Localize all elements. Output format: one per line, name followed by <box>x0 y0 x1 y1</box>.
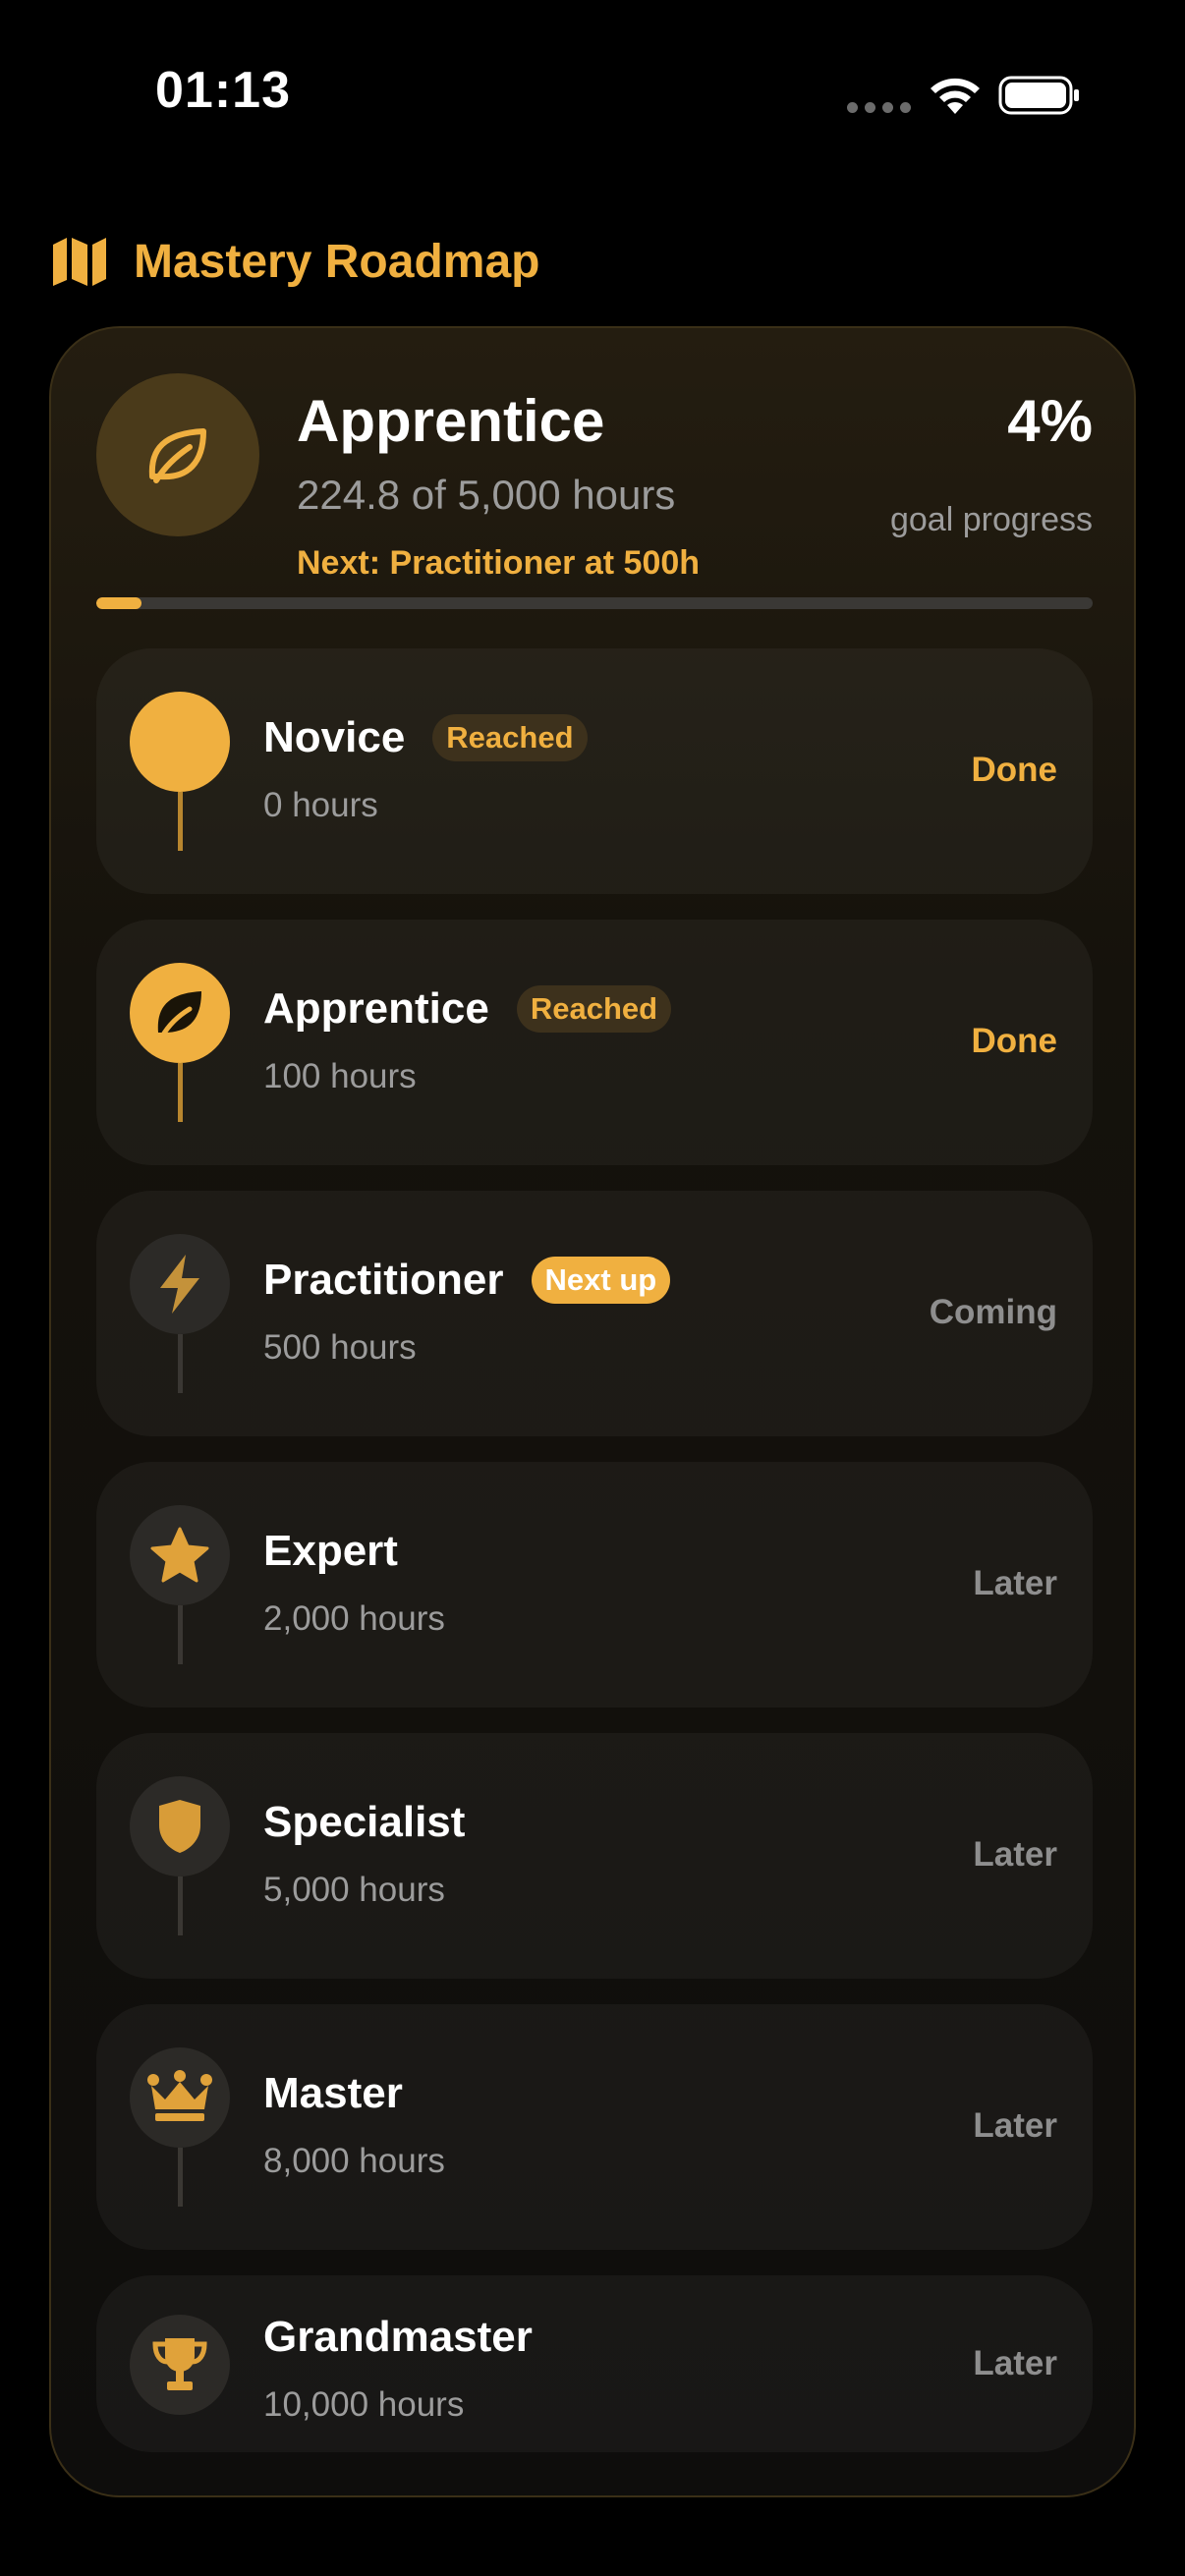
milestone-expert[interactable]: Expert 2,000 hours Later <box>96 1462 1093 1708</box>
bolt-icon <box>160 1255 199 1314</box>
milestone-novice-marker <box>130 692 230 792</box>
crown-icon <box>147 2070 212 2121</box>
milestone-status: Coming <box>929 1293 1057 1331</box>
milestone-practitioner[interactable]: Practitioner Next up 500 hours Coming <box>96 1191 1093 1436</box>
milestone-status: Done <box>971 751 1058 789</box>
milestone-connector <box>178 1876 183 1935</box>
milestone-status: Done <box>971 1022 1058 1060</box>
roadmap-card: Apprentice 224.8 of 5,000 hours Next: Pr… <box>49 326 1136 2497</box>
shield-icon <box>159 1800 200 1853</box>
milestone-status: Later <box>973 1835 1057 1874</box>
goal-percent: 4% <box>1007 388 1093 454</box>
milestone-hours: 0 hours <box>263 786 378 824</box>
next-level-text: Next: Practitioner at 500h <box>297 544 701 582</box>
trophy-icon <box>152 2338 207 2390</box>
milestone-status: Later <box>973 1564 1057 1602</box>
milestone-name: Grandmaster <box>263 2313 533 2361</box>
status-time: 01:13 <box>155 62 291 119</box>
level-avatar <box>96 373 259 536</box>
next-up-badge: Next up <box>531 1257 671 1304</box>
milestone-grandmaster-marker <box>130 2315 230 2415</box>
status-bar: 01:13 <box>0 0 1185 196</box>
goal-progress-fill <box>96 597 141 609</box>
level-summary: Apprentice 224.8 of 5,000 hours Next: Pr… <box>96 373 1093 582</box>
cellular-signal-icon <box>847 102 911 113</box>
milestone-hours: 500 hours <box>263 1328 417 1367</box>
milestone-status: Later <box>973 2106 1057 2145</box>
hours-progress-text: 224.8 of 5,000 hours <box>297 472 676 518</box>
milestone-practitioner-marker <box>130 1234 230 1334</box>
reached-badge: Reached <box>432 714 588 761</box>
goal-progress-label: goal progress <box>889 501 1093 538</box>
milestone-status: Later <box>973 2344 1057 2382</box>
milestone-connector <box>178 1063 183 1122</box>
milestone-hours: 100 hours <box>263 1057 417 1095</box>
milestone-connector <box>178 1334 183 1393</box>
leaf-icon <box>148 428 206 483</box>
current-level-title: Apprentice <box>297 388 605 454</box>
milestone-hours: 5,000 hours <box>263 1871 445 1909</box>
milestone-connector <box>178 792 183 851</box>
milestone-hours: 2,000 hours <box>263 1599 445 1638</box>
goal-progress-bar <box>96 597 1093 609</box>
milestone-apprentice-marker <box>130 963 230 1063</box>
wifi-icon <box>931 78 980 114</box>
milestone-specialist[interactable]: Specialist 5,000 hours Later <box>96 1733 1093 1979</box>
milestone-specialist-marker <box>130 1776 230 1876</box>
milestone-connector <box>178 2148 183 2207</box>
page-title: Mastery Roadmap <box>134 235 540 288</box>
milestone-name: Specialist <box>263 1798 466 1846</box>
milestone-novice[interactable]: Novice Reached 0 hours Done <box>96 648 1093 894</box>
milestone-grandmaster[interactable]: Grandmaster 10,000 hours Later <box>96 2275 1093 2452</box>
milestone-connector <box>178 1605 183 1664</box>
reached-badge: Reached <box>516 985 672 1033</box>
star-icon <box>150 1527 209 1583</box>
milestone-name: Novice <box>263 713 406 761</box>
milestone-master[interactable]: Master 8,000 hours Later <box>96 2004 1093 2250</box>
map-icon <box>53 238 106 286</box>
milestone-name: Practitioner <box>263 1256 504 1304</box>
leaf-icon <box>157 991 201 1039</box>
milestone-master-marker <box>130 2047 230 2148</box>
milestone-name: Master <box>263 2069 403 2117</box>
milestone-hours: 8,000 hours <box>263 2142 445 2180</box>
milestone-apprentice[interactable]: Apprentice Reached 100 hours Done <box>96 920 1093 1165</box>
milestone-hours: 10,000 hours <box>263 2385 465 2424</box>
milestone-expert-marker <box>130 1505 230 1605</box>
page-header: Mastery Roadmap <box>51 232 539 291</box>
milestone-name: Expert <box>263 1527 398 1575</box>
milestone-name: Apprentice <box>263 984 489 1033</box>
battery-icon <box>998 76 1079 115</box>
